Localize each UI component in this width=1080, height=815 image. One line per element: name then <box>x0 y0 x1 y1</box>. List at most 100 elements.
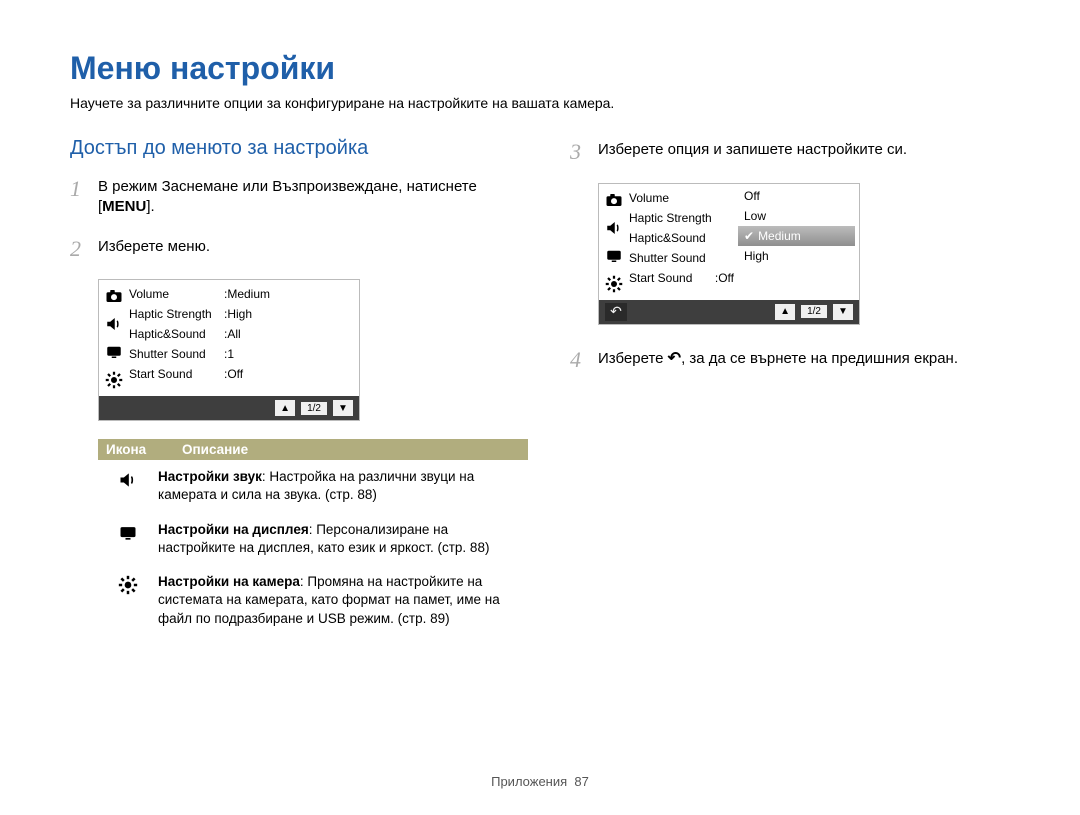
step-text: Изберете меню. <box>98 234 210 257</box>
cam-footer: ↶ ▲ 1/2 ▼ <box>599 300 859 324</box>
display-settings-icon <box>104 342 124 362</box>
cam-row-label: Haptic Strength <box>129 307 224 321</box>
step-number: 2 <box>70 234 98 264</box>
table-head-icon: Икона <box>98 439 174 460</box>
cam-row-label: Haptic Strength <box>629 211 724 225</box>
table-row: Настройки на дисплея: Персонализиране на… <box>98 513 528 565</box>
check-icon: ✔ <box>744 229 754 243</box>
row-desc-cell: Настройки на камера: Промяна на настройк… <box>158 573 528 628</box>
cam-body: Volume Haptic Strength Haptic&Sound Shut… <box>599 184 859 300</box>
cam-row-label: Volume <box>129 287 224 301</box>
row-desc-cell: Настройки на дисплея: Персонализиране на… <box>158 521 528 557</box>
cam-row-label: Haptic&Sound <box>629 231 724 245</box>
cam-row-value: :Medium <box>224 287 353 301</box>
display-settings-icon <box>604 246 624 266</box>
footer-label: Приложения <box>491 774 567 789</box>
step-3: 3 Изберете опция и запишете настройките … <box>570 137 1010 167</box>
option-high[interactable]: High <box>738 246 855 266</box>
step1-text-a: В режим Заснемане или Възпроизвеждане, н… <box>98 178 477 215</box>
cam-row: Haptic&Sound <box>629 228 734 248</box>
option-off[interactable]: Off <box>738 186 855 206</box>
up-icon[interactable]: ▲ <box>275 400 295 416</box>
step4-text-b: , за да се върнете на предишния екран. <box>681 349 958 366</box>
row-icon-cell <box>98 521 158 557</box>
step-number: 1 <box>70 174 98 204</box>
cam-row-value: :All <box>224 327 353 341</box>
option-low[interactable]: Low <box>738 206 855 226</box>
page-footer: Приложения 87 <box>0 774 1080 789</box>
camera-icon <box>604 190 624 210</box>
row-icon-cell <box>98 468 158 504</box>
step-text: В режим Заснемане или Възпроизвеждане, н… <box>98 174 510 218</box>
cam-row-label: Haptic&Sound <box>129 327 224 341</box>
cam-row-label: Start Sound <box>629 271 715 285</box>
option-label: High <box>744 249 769 263</box>
row-bold: Настройки на камера <box>158 574 300 589</box>
option-label: Off <box>744 189 760 203</box>
row-icon-cell <box>98 573 158 628</box>
table-row: Настройки звук: Настройка на различни зв… <box>98 460 528 512</box>
step-number: 3 <box>570 137 598 167</box>
row-bold: Настройки звук <box>158 469 262 484</box>
row-desc-cell: Настройки звук: Настройка на различни зв… <box>158 468 528 504</box>
step-2: 2 Изберете меню. <box>70 234 510 264</box>
left-column: Достъп до менюто за настройка 1 В режим … <box>70 137 510 636</box>
cam-row-label: Shutter Sound <box>629 251 724 265</box>
cam-body: Volume:Medium Haptic Strength:High Hapti… <box>99 280 359 396</box>
cam-options-list: Off Low ✔ Medium High <box>734 184 859 300</box>
option-label: Medium <box>758 229 801 243</box>
row-bold: Настройки на дисплея <box>158 522 309 537</box>
step-text: Изберете ↶, за да се върнете на предишни… <box>598 345 958 370</box>
sound-settings-icon <box>118 470 138 495</box>
footer-page-number: 87 <box>574 774 588 789</box>
cam-list: Volume:Medium Haptic Strength:High Hapti… <box>129 280 359 396</box>
cam-row-label: Shutter Sound <box>129 347 224 361</box>
cam-left-labels: Volume Haptic Strength Haptic&Sound Shut… <box>629 184 734 300</box>
camera-icon <box>104 286 124 306</box>
camera-gear-icon <box>104 370 124 390</box>
up-icon[interactable]: ▲ <box>775 304 795 320</box>
down-icon[interactable]: ▼ <box>333 400 353 416</box>
right-column: 3 Изберете опция и запишете настройките … <box>570 137 1010 636</box>
cam-row-label: Volume <box>629 191 724 205</box>
cam-page-indicator: 1/2 <box>801 305 827 318</box>
option-medium[interactable]: ✔ Medium <box>738 226 855 246</box>
camera-menu-screenshot-2: Volume Haptic Strength Haptic&Sound Shut… <box>598 183 860 325</box>
back-icon: ↶ <box>668 348 681 370</box>
content-columns: Достъп до менюто за настройка 1 В режим … <box>70 137 1010 636</box>
cam-row: Start Sound:Off <box>129 364 353 384</box>
menu-key-label: MENU <box>102 198 146 215</box>
page-intro: Научете за различните опции за конфигури… <box>70 95 1010 111</box>
table-head-desc: Описание <box>174 439 528 460</box>
sound-settings-icon <box>604 218 624 238</box>
step1-text-b: ]. <box>146 198 154 215</box>
section-heading: Достъп до менюто за настройка <box>70 137 510 160</box>
cam-row-value: :High <box>224 307 353 321</box>
cam-row-label: Start Sound <box>129 367 224 381</box>
table-header: Икона Описание <box>98 439 528 460</box>
cam-page-indicator: 1/2 <box>301 402 327 415</box>
icon-description-table: Икона Описание Настройки звук: Настройка… <box>98 439 528 636</box>
down-icon[interactable]: ▼ <box>833 304 853 320</box>
table-row: Настройки на камера: Промяна на настройк… <box>98 565 528 636</box>
sound-settings-icon <box>104 314 124 334</box>
cam-row: Start Sound:Off <box>629 268 734 288</box>
cam-sidebar-icons <box>599 184 629 300</box>
display-settings-icon <box>118 523 138 548</box>
cam-row: Haptic Strength <box>629 208 734 228</box>
camera-menu-screenshot-1: Volume:Medium Haptic Strength:High Hapti… <box>98 279 360 421</box>
page: Меню настройки Научете за различните опц… <box>0 0 1080 815</box>
cam-list: Volume Haptic Strength Haptic&Sound Shut… <box>629 184 859 300</box>
cam-row: Volume:Medium <box>129 284 353 304</box>
camera-gear-icon <box>604 274 624 294</box>
cam-sidebar-icons <box>99 280 129 396</box>
cam-row-value: :Off <box>715 271 734 285</box>
camera-gear-icon <box>118 575 138 600</box>
cam-row: Shutter Sound:1 <box>129 344 353 364</box>
option-label: Low <box>744 209 766 223</box>
step-number: 4 <box>570 345 598 375</box>
step-text: Изберете опция и запишете настройките си… <box>598 137 907 160</box>
back-icon[interactable]: ↶ <box>605 303 627 321</box>
page-title: Меню настройки <box>70 50 1010 87</box>
step-1: 1 В режим Заснемане или Възпроизвеждане,… <box>70 174 510 218</box>
